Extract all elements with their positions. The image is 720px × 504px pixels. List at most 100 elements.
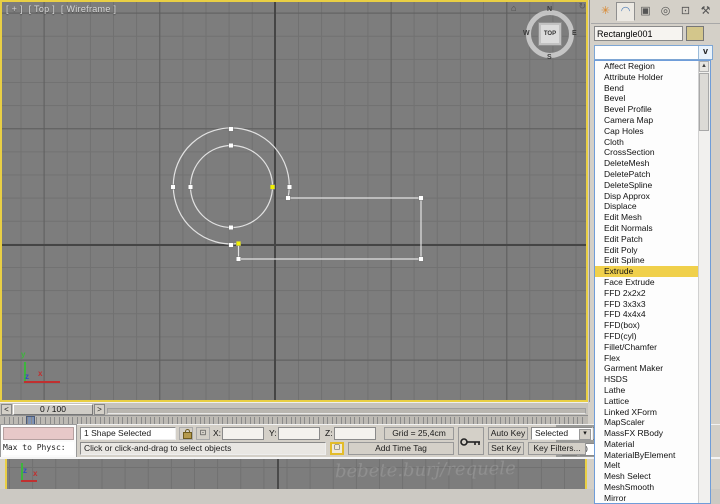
- compass-south[interactable]: S: [547, 54, 552, 61]
- modifier-option-attribute-holder[interactable]: Attribute Holder: [595, 72, 699, 83]
- scroll-up-arrow-icon[interactable]: ▲: [699, 61, 709, 72]
- cube-icon: ▢: [333, 444, 341, 451]
- viewport-menu-general[interactable]: [ + ]: [6, 4, 23, 14]
- panel-tab-hierarchy[interactable]: ▣: [636, 2, 655, 21]
- modifier-option-mapscaler[interactable]: MapScaler: [595, 417, 699, 428]
- modifier-option-disp-approx[interactable]: Disp Approx: [595, 191, 699, 202]
- modifier-option-garment-maker[interactable]: Garment Maker: [595, 363, 699, 374]
- modifier-option-ffd-box-[interactable]: FFD(box): [595, 320, 699, 331]
- modifier-option-material[interactable]: Material: [595, 439, 699, 450]
- panel-tab-create[interactable]: ✳: [596, 2, 615, 21]
- modifier-option-ffd-cyl-[interactable]: FFD(cyl): [595, 331, 699, 342]
- tripod2-z-label: z: [23, 466, 27, 475]
- key-icon: [460, 438, 480, 446]
- selection-lock-toggle[interactable]: [179, 427, 193, 440]
- maxscript-mini-listener[interactable]: Max to Physc:: [0, 424, 77, 458]
- viewport-front-partial[interactable]: z x bebete.burj/requele: [5, 459, 587, 489]
- time-slider-handle[interactable]: 0 / 100: [13, 404, 93, 415]
- modifier-option-edit-poly[interactable]: Edit Poly: [595, 245, 699, 256]
- modifier-option-deletemesh[interactable]: DeleteMesh: [595, 158, 699, 169]
- grid-axis-line: [277, 459, 279, 489]
- modifier-option-bend[interactable]: Bend: [595, 83, 699, 94]
- y-coord-field[interactable]: [278, 427, 320, 440]
- modifier-option-affect-region[interactable]: Affect Region: [595, 61, 699, 72]
- modifier-option-crosssection[interactable]: CrossSection: [595, 147, 699, 158]
- tripod2-x-axis: [21, 480, 37, 482]
- command-panel-tabs: ✳ ◠ ▣ ◎ ⊡ ⚒: [591, 0, 720, 24]
- modifier-option-cloth[interactable]: Cloth: [595, 137, 699, 148]
- modifier-option-ffd-4x4x4[interactable]: FFD 4x4x4: [595, 309, 699, 320]
- scrollbar-thumb[interactable]: [699, 73, 709, 131]
- viewcube[interactable]: ⌂ ↻ N S E W TOP: [511, 1, 586, 61]
- absolute-mode-toggle[interactable]: ⊡: [196, 427, 210, 440]
- z-coord-label: Z:: [325, 428, 333, 438]
- modifier-option-massfx-rbody[interactable]: MassFX RBody: [595, 428, 699, 439]
- x-coord-field[interactable]: [222, 427, 264, 440]
- chevron-down-icon[interactable]: ▾: [579, 429, 591, 440]
- dropdown-scrollbar[interactable]: ▲: [698, 61, 710, 503]
- object-color-swatch[interactable]: [686, 26, 704, 41]
- modifier-option-displace[interactable]: Displace: [595, 201, 699, 212]
- set-key-mode-button[interactable]: [458, 427, 484, 455]
- watermark-text: bebete.burj/requele: [334, 459, 516, 483]
- modifier-option-melt[interactable]: Melt: [595, 460, 699, 471]
- modifier-option-face-extrude[interactable]: Face Extrude: [595, 277, 699, 288]
- modifier-list-combobox[interactable]: v: [594, 45, 713, 60]
- modifier-option-ffd-3x3x3[interactable]: FFD 3x3x3: [595, 299, 699, 310]
- modifier-option-materialbyelement[interactable]: MaterialByElement: [595, 450, 699, 461]
- modifier-option-lattice[interactable]: Lattice: [595, 396, 699, 407]
- home-icon[interactable]: ⌂: [511, 3, 516, 13]
- object-name-field[interactable]: [594, 26, 683, 41]
- panel-tab-motion[interactable]: ◎: [656, 2, 675, 21]
- compass-north[interactable]: N: [547, 6, 552, 13]
- z-coord-field[interactable]: [334, 427, 376, 440]
- modifier-option-linked-xform[interactable]: Linked XForm: [595, 407, 699, 418]
- viewcube-top-face[interactable]: TOP: [538, 22, 562, 46]
- time-slider-bar: < 0 / 100 >: [0, 402, 588, 416]
- auto-key-button[interactable]: Auto Key: [488, 427, 528, 440]
- modifier-option-bevel[interactable]: Bevel: [595, 93, 699, 104]
- modifier-option-edit-patch[interactable]: Edit Patch: [595, 234, 699, 245]
- modifier-option-camera-map[interactable]: Camera Map: [595, 115, 699, 126]
- modifier-option-edit-spline[interactable]: Edit Spline: [595, 255, 699, 266]
- add-time-tag[interactable]: Add Time Tag: [348, 442, 454, 455]
- modifier-option-edit-normals[interactable]: Edit Normals: [595, 223, 699, 234]
- modifier-option-lathe[interactable]: Lathe: [595, 385, 699, 396]
- orbit-arrow-icon[interactable]: ↻: [578, 1, 586, 12]
- time-slider-track[interactable]: [107, 408, 586, 414]
- panel-tab-utilities[interactable]: ⚒: [696, 2, 715, 21]
- modifier-option-fillet-chamfer[interactable]: Fillet/Chamfer: [595, 342, 699, 353]
- listener-macro-row[interactable]: [3, 427, 74, 440]
- prompt-text: Click or click-and-drag to select object…: [84, 443, 232, 453]
- panel-tab-display[interactable]: ⊡: [676, 2, 695, 21]
- modifier-option-edit-mesh[interactable]: Edit Mesh: [595, 212, 699, 223]
- spline-shape[interactable]: [0, 0, 588, 402]
- modifier-option-deletepatch[interactable]: DeletePatch: [595, 169, 699, 180]
- modifier-option-deletespline[interactable]: DeleteSpline: [595, 180, 699, 191]
- key-filter-scope-dropdown[interactable]: Selected ▾: [531, 427, 593, 440]
- key-filters-button[interactable]: Key Filters...: [528, 442, 586, 455]
- modifier-option-cap-holes[interactable]: Cap Holes: [595, 126, 699, 137]
- viewport-top[interactable]: [ + ] [ Top ] [ Wireframe ] ⌂ ↻ N S E W …: [0, 0, 588, 402]
- modifier-option-bevel-profile[interactable]: Bevel Profile: [595, 104, 699, 115]
- viewport-menu-shading[interactable]: [ Wireframe ]: [61, 4, 116, 14]
- set-key-button[interactable]: Set Key: [488, 442, 524, 455]
- selection-status: 1 Shape Selected: [80, 427, 176, 440]
- combobox-arrow-icon[interactable]: v: [698, 46, 712, 59]
- listener-text[interactable]: Max to Physc:: [3, 442, 74, 455]
- modifier-option-ffd-2x2x2[interactable]: FFD 2x2x2: [595, 288, 699, 299]
- panel-tab-modify[interactable]: ◠: [616, 2, 635, 21]
- compass-east[interactable]: E: [572, 30, 577, 37]
- viewport-menu-view[interactable]: [ Top ]: [29, 4, 55, 14]
- compass-west[interactable]: W: [523, 30, 530, 37]
- modifier-option-mirror[interactable]: Mirror: [595, 493, 699, 503]
- isolate-selection-toggle[interactable]: ▢: [330, 442, 344, 455]
- modifier-option-meshsmooth[interactable]: MeshSmooth: [595, 482, 699, 493]
- prev-frame-button[interactable]: <: [1, 404, 12, 415]
- modifier-option-extrude[interactable]: Extrude: [595, 266, 699, 277]
- next-frame-button[interactable]: >: [94, 404, 105, 415]
- modifier-option-flex[interactable]: Flex: [595, 353, 699, 364]
- modifier-option-mesh-select[interactable]: Mesh Select: [595, 471, 699, 482]
- modifier-option-hsds[interactable]: HSDS: [595, 374, 699, 385]
- grid-size-display: Grid = 25,4cm: [384, 427, 454, 440]
